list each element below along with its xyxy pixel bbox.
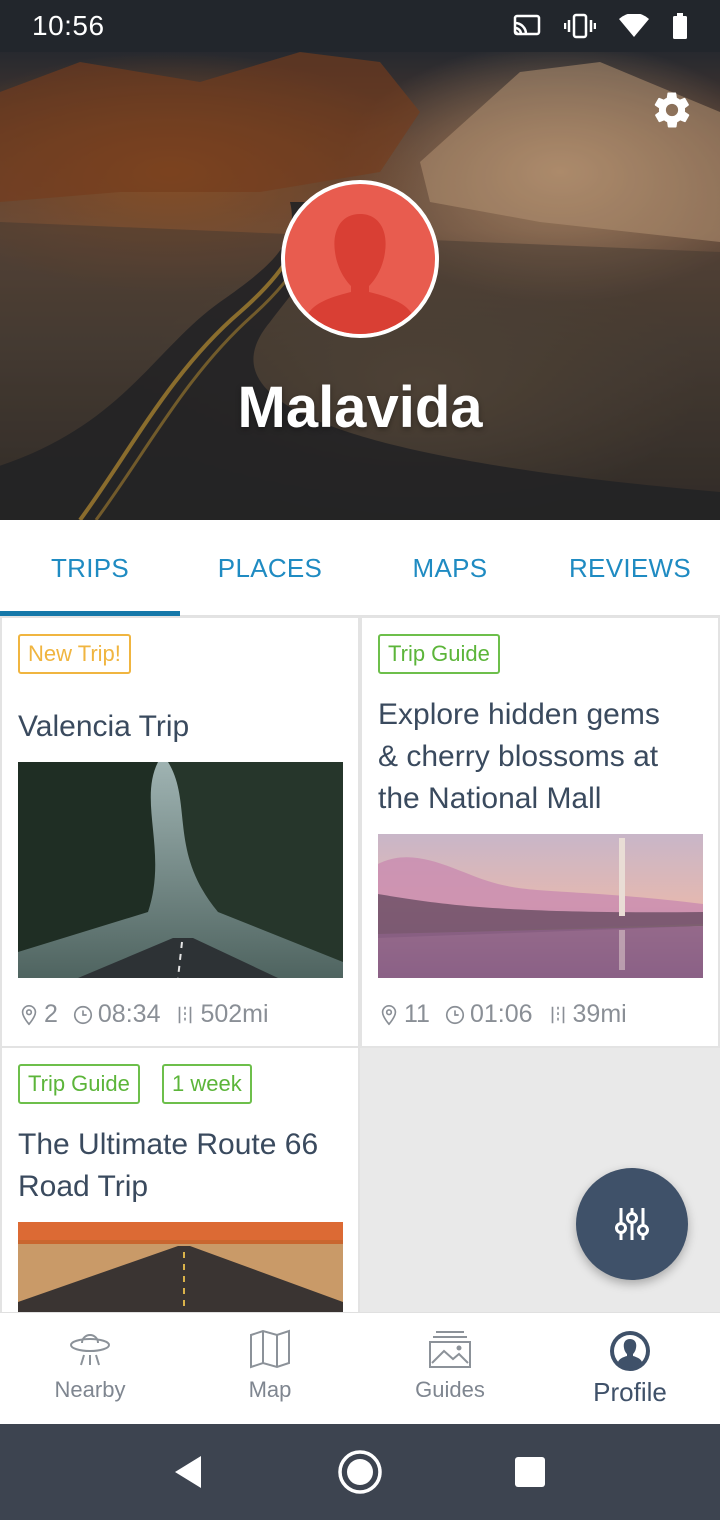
nav-nearby[interactable]: Nearby <box>0 1313 180 1425</box>
system-navigation-bar <box>0 1424 720 1520</box>
home-button[interactable] <box>336 1448 384 1496</box>
card-image-desert-road <box>18 1222 343 1312</box>
filter-sliders-icon <box>615 1208 649 1240</box>
duration-stat: 01:06 <box>444 1000 533 1029</box>
nav-map[interactable]: Map <box>180 1313 360 1425</box>
duration-value: 08:34 <box>97 1000 161 1028</box>
profile-tabs: TRIPS PLACES MAPS REVIEWS <box>0 520 720 616</box>
nav-profile-label: Profile <box>593 1377 667 1407</box>
card-title-line-3: the National Mall <box>378 782 602 815</box>
road-icon <box>551 1006 564 1023</box>
wifi-icon <box>618 14 650 38</box>
status-icons <box>512 13 688 39</box>
home-icon <box>338 1450 382 1494</box>
profile-name: Malavida <box>237 375 483 440</box>
trip-card-valencia[interactable]: New Trip! Valencia Trip 2 08:34 502mi <box>0 616 360 1048</box>
stops-count: 2 <box>44 1000 58 1028</box>
distance-value: 502mi <box>200 1000 269 1028</box>
clock-icon <box>73 1005 92 1024</box>
ufo-icon <box>70 1334 110 1366</box>
settings-button[interactable] <box>648 86 696 134</box>
map-icon <box>250 1329 290 1369</box>
duration-stat: 08:34 <box>72 1000 161 1029</box>
card-title-line-2: & cherry blossoms at <box>378 740 659 773</box>
tab-trips[interactable]: TRIPS <box>0 520 180 616</box>
nav-guides[interactable]: Guides <box>360 1313 540 1425</box>
card-image-forest-road <box>18 762 343 978</box>
distance-stat: 39mi <box>547 1000 627 1029</box>
status-time: 10:56 <box>32 10 105 41</box>
profile-icon <box>610 1331 650 1371</box>
distance-value: 39mi <box>572 1000 627 1028</box>
bottom-navigation: Nearby Map Guides Profile <box>0 1312 720 1424</box>
nav-profile[interactable]: Profile <box>540 1313 720 1425</box>
recents-button[interactable] <box>506 1448 554 1496</box>
location-pin-icon <box>21 1004 37 1025</box>
nav-map-label: Map <box>248 1377 292 1402</box>
cast-icon <box>512 14 542 38</box>
status-bar: 10:56 <box>0 0 720 52</box>
stops-count: 11 <box>404 1000 430 1028</box>
back-icon <box>175 1456 201 1488</box>
location-pin-icon <box>381 1004 397 1025</box>
vibrate-icon <box>564 13 596 39</box>
badge-new-trip: New Trip! <box>18 634 131 674</box>
card-title: Valencia Trip <box>18 710 190 743</box>
filter-button[interactable] <box>576 1168 688 1280</box>
back-button[interactable] <box>164 1448 212 1496</box>
nav-guides-label: Guides <box>415 1377 485 1402</box>
badge-duration: 1 week <box>162 1064 252 1104</box>
stops-stat: 2 <box>18 1000 58 1029</box>
badge-trip-guide: Trip Guide <box>18 1064 140 1104</box>
distance-stat: 502mi <box>174 1000 269 1029</box>
avatar[interactable] <box>281 180 439 338</box>
trip-stats: 11 01:06 39mi <box>378 1000 641 1029</box>
card-title-line-2: Road Trip <box>18 1170 149 1203</box>
card-title-line-1: The Ultimate Route 66 <box>18 1128 319 1161</box>
trip-card-route-66[interactable]: Trip Guide 1 week The Ultimate Route 66 … <box>0 1046 360 1312</box>
trip-card-national-mall[interactable]: Trip Guide Explore hidden gems & cherry … <box>360 616 720 1048</box>
tab-maps[interactable]: MAPS <box>360 520 540 616</box>
profile-header: Malavida <box>0 52 720 520</box>
tab-places[interactable]: PLACES <box>180 520 360 616</box>
trip-stats: 2 08:34 502mi <box>18 1000 283 1029</box>
gear-icon <box>654 92 690 128</box>
badge-trip-guide: Trip Guide <box>378 634 500 674</box>
tab-reviews[interactable]: REVIEWS <box>540 520 720 616</box>
guides-icon <box>429 1331 471 1368</box>
nav-nearby-label: Nearby <box>54 1377 126 1402</box>
road-icon <box>179 1006 192 1023</box>
battery-icon <box>672 13 688 39</box>
clock-icon <box>445 1005 465 1024</box>
duration-value: 01:06 <box>469 1000 533 1028</box>
stops-stat: 11 <box>378 1000 430 1029</box>
card-title-line-1: Explore hidden gems <box>378 698 660 731</box>
person-silhouette-icon <box>307 214 413 334</box>
card-image-cherry-blossoms <box>378 834 703 978</box>
recents-icon <box>515 1457 545 1487</box>
